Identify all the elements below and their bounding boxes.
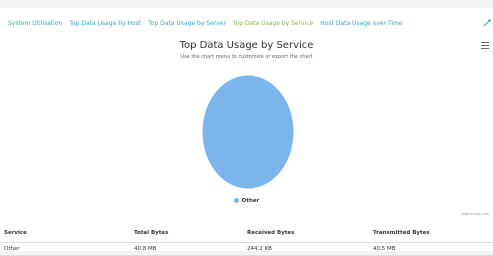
tab-host-data-usage-over-time[interactable]: Host Data Usage over Time	[320, 19, 402, 29]
column-header-service[interactable]: Service	[0, 224, 130, 243]
chart-menu-button[interactable]	[481, 42, 489, 49]
data-table: Service Total Bytes Received Bytes Trans…	[0, 224, 493, 256]
legend-dot	[233, 198, 239, 203]
cell-transmitted-bytes: 40.5 MB	[369, 242, 493, 256]
dashboard-panel: System Utilisation Top Data Usage by Hos…	[0, 8, 493, 256]
legend-label-other: Other	[241, 198, 260, 204]
wrench-icon[interactable]	[483, 18, 492, 27]
table-row: Other 40.8 MB 244.2 KB 40.5 MB	[0, 242, 493, 256]
chart-legend[interactable]: Other	[0, 198, 493, 204]
chart-credits[interactable]: Highcharts.com	[461, 212, 489, 216]
pie-slice-other[interactable]	[201, 74, 295, 190]
tab-top-data-usage-by-host[interactable]: Top Data Usage by Host	[69, 19, 141, 29]
chart-subtitle: Use the chart menu to customize or expor…	[180, 54, 313, 60]
table-header-row: Service Total Bytes Received Bytes Trans…	[0, 224, 493, 243]
column-header-transmitted-bytes[interactable]: Transmitted Bytes	[369, 224, 493, 243]
hamburger-icon	[481, 42, 489, 44]
tab-top-data-usage-by-server[interactable]: Top Data Usage by Server	[148, 19, 226, 29]
column-header-received-bytes[interactable]: Received Bytes	[243, 224, 369, 243]
cell-received-bytes: 244.2 KB	[243, 242, 369, 256]
cell-service: Other	[0, 242, 130, 256]
tab-top-data-usage-by-service[interactable]: Top Data Usage by Service	[233, 19, 313, 29]
tab-bar: System Utilisation Top Data Usage by Hos…	[8, 18, 493, 30]
tab-system-utilisation[interactable]: System Utilisation	[8, 19, 62, 29]
chart-title: Top Data Usage by Service	[179, 40, 314, 51]
column-header-total-bytes[interactable]: Total Bytes	[130, 224, 243, 243]
cell-total-bytes: 40.8 MB	[130, 242, 243, 256]
pie-chart	[201, 74, 295, 190]
